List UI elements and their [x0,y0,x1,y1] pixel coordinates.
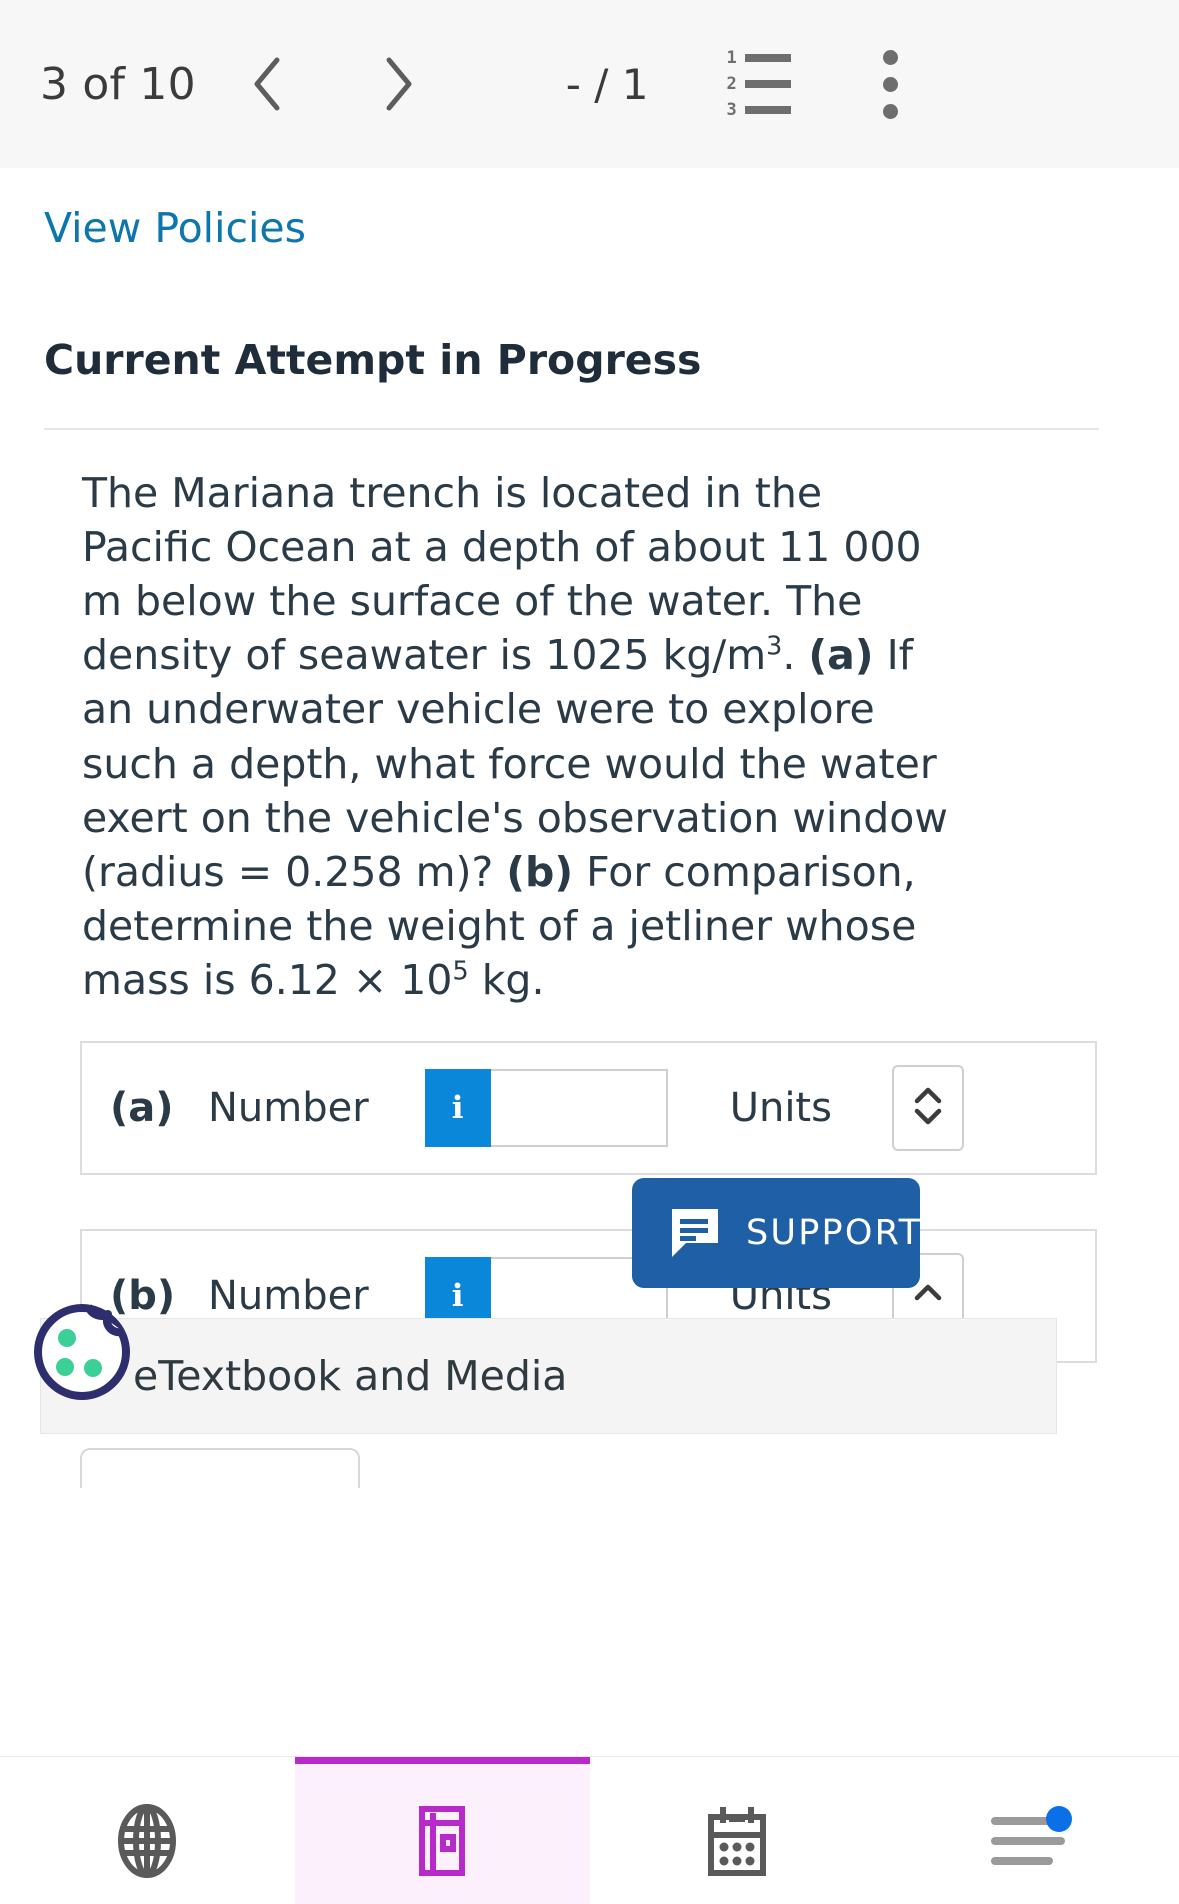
number-label-b: Number [208,1273,369,1320]
support-button[interactable]: SUPPORT [632,1178,920,1288]
current-attempt-heading: Current Attempt in Progress [44,336,702,384]
nav-item-calendar[interactable]: Calendar [590,1757,885,1904]
calendar-icon [697,1801,777,1886]
numbered-list-icon: 1 2 3 [726,47,791,120]
heading-divider [44,428,1099,430]
list-row-bar [744,80,791,88]
superscript-cubed: 3 [766,630,783,661]
kebab-menu-icon [882,76,898,92]
kebab-menu-icon [882,103,898,119]
list-row-number: 1 [726,47,737,68]
chevron-up-down-icon [908,1082,948,1135]
previous-question-button[interactable] [234,49,304,119]
list-row-number: 2 [726,73,737,94]
number-label-a: Number [208,1085,369,1132]
nav-item-course[interactable]: Course [294,1757,590,1904]
question-list-button[interactable]: 1 2 3 [726,47,791,120]
question-text-part-2: . [782,631,809,680]
number-input-a[interactable] [490,1069,668,1148]
top-app-bar: 3 of 10 - / 1 1 2 3 [0,0,1179,168]
overflow-menu-button[interactable] [882,49,898,119]
globe-icon [107,1801,187,1886]
info-button-a[interactable]: i [424,1069,491,1148]
kebab-menu-icon [882,49,898,65]
question-text: The Mariana trench is located in the Pac… [82,466,962,1007]
units-label-a: Units [729,1085,832,1132]
part-b-marker: (b) [506,847,574,896]
question-content-panel: View Policies Current Attempt in Progres… [40,168,1139,1756]
view-policies-link[interactable]: View Policies [40,168,1139,252]
question-text-part-5: kg. [468,955,545,1004]
partial-answer-box [80,1448,360,1488]
chevron-left-icon [247,54,291,114]
cookie-consent-icon [30,1303,134,1408]
question-progress: 3 of 10 [40,58,196,110]
etextbook-and-media-section[interactable]: eTextbook and Media [40,1318,1057,1434]
units-select-a[interactable] [891,1065,964,1152]
part-a-marker: (a) [808,631,874,680]
menu-list-icon [989,1801,1075,1886]
chevron-right-icon [375,54,419,114]
support-label: SUPPORT [746,1213,923,1253]
chat-bubble-icon [666,1203,724,1264]
list-row-bar [744,54,791,62]
list-row-bar [744,106,791,114]
nav-item-courses[interactable]: Courses [0,1757,295,1904]
cookie-consent-button[interactable] [30,1300,134,1404]
answer-row-a: (a) Number i Units [80,1041,1097,1176]
book-icon [402,1801,482,1886]
next-question-button[interactable] [362,49,432,119]
superscript-exponent: 5 [452,955,469,986]
bottom-navigation-bar: Courses Course [0,1756,1179,1904]
app-root: 3 of 10 - / 1 1 2 3 View Policies Curren… [0,0,1179,1904]
nav-item-more[interactable]: More [884,1757,1179,1904]
score-display: - / 1 [565,59,649,109]
answer-input-group-a: i [424,1069,668,1148]
answer-label-a: (a) [110,1085,174,1132]
list-row-number: 3 [726,99,737,120]
etextbook-label: eTextbook and Media [133,1352,568,1400]
